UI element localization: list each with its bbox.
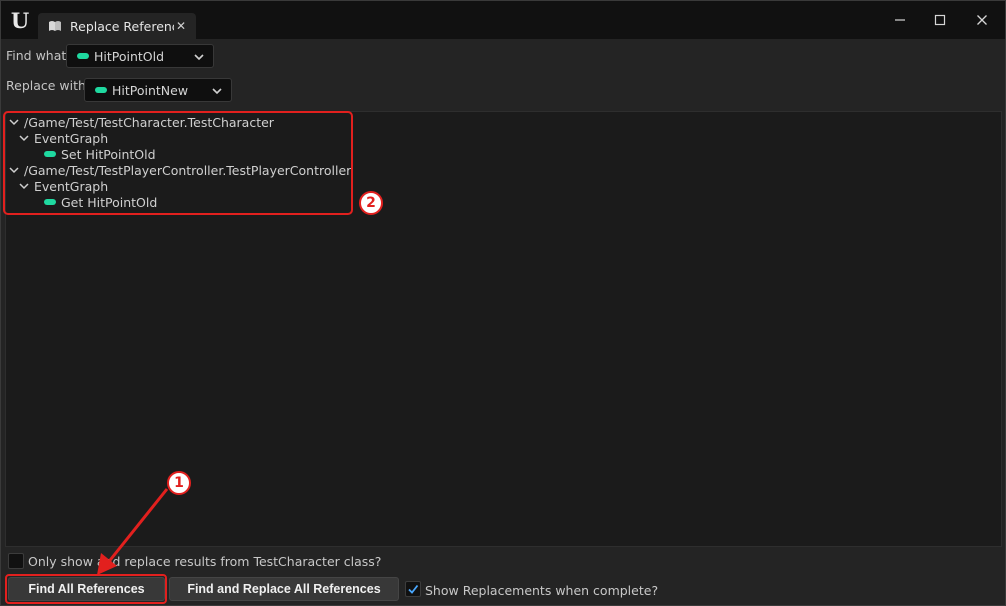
replace-references-window: U Replace Referenc ✕ Find what: HitPoint… [0,0,1006,606]
tab-close-icon[interactable]: ✕ [176,19,186,33]
maximize-icon [934,14,946,26]
book-icon [49,21,61,31]
tab-label: Replace Referenc [70,18,174,34]
dialog-content: Find what: HitPointOld Replace with: Hit… [1,39,1005,605]
minimize-icon [895,19,905,21]
close-button[interactable] [967,6,997,34]
minimize-button[interactable] [885,6,915,34]
tab-replace-references[interactable]: Replace Referenc ✕ [38,13,196,39]
maximize-button[interactable] [925,6,955,34]
close-icon [977,15,987,25]
unreal-logo-icon: U [10,7,30,33]
annotation-badge-1: 1 [167,471,191,495]
annotation-arrow [97,488,169,575]
title-bar[interactable]: U Replace Referenc ✕ [1,1,1005,39]
